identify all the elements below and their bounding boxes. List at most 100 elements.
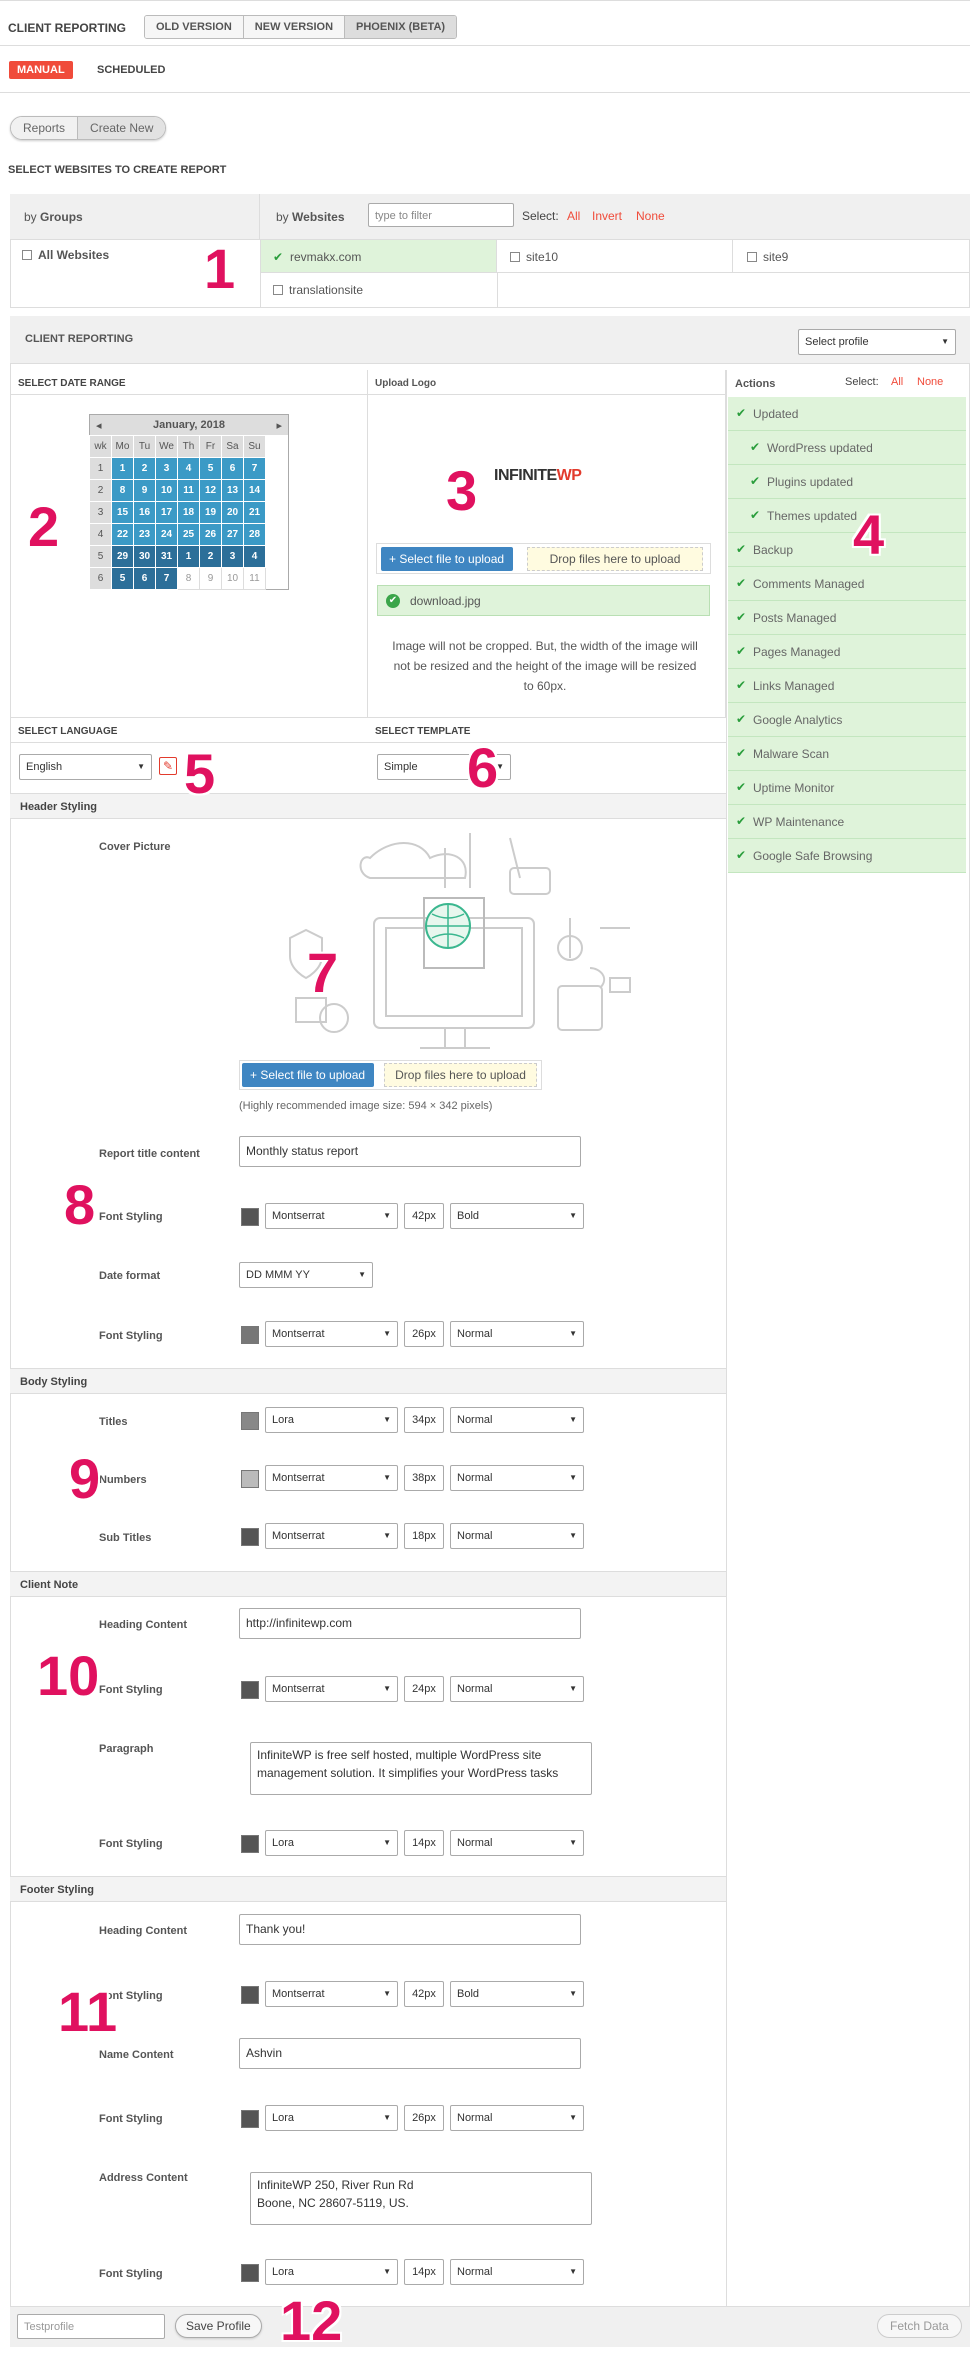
header-font-family-1[interactable]: Montserrat [265,1203,398,1229]
calendar-day[interactable]: 10 [155,479,178,502]
calendar-day[interactable]: 15 [111,501,134,524]
header-color-swatch-1[interactable] [241,1208,259,1226]
site-revmakx[interactable]: ✔ revmakx.com [273,250,361,264]
titles-color-swatch[interactable] [241,1412,259,1430]
note-font-weight-1[interactable]: Normal [450,1676,584,1702]
footer-name-input[interactable]: Ashvin [239,2038,581,2069]
calendar-day[interactable]: 31 [155,545,178,568]
cover-drop-zone[interactable]: Drop files here to upload [384,1063,537,1087]
footer-font-weight-3[interactable]: Normal [450,2259,584,2285]
footer-font-family-2[interactable]: Lora [265,2105,398,2131]
actions-none-link[interactable]: None [917,376,943,388]
header-font-weight-1[interactable]: Bold [450,1203,584,1229]
subtitles-font-family[interactable]: Montserrat [265,1523,398,1549]
note-font-family-2[interactable]: Lora [265,1830,398,1856]
calendar-day[interactable]: 5 [199,457,222,480]
numbers-font-size[interactable]: 38px [404,1465,444,1491]
calendar-day[interactable]: 18 [177,501,200,524]
calendar-day[interactable]: 9 [199,567,222,590]
calendar-day[interactable]: 3 [155,457,178,480]
calendar-day[interactable]: 16 [133,501,156,524]
logo-select-file-button[interactable]: + Select file to upload [381,547,513,571]
report-title-input[interactable]: Monthly status report [239,1136,581,1167]
calendar-day[interactable]: 21 [243,501,266,524]
action-item[interactable]: ✔ Themes updated [728,499,966,533]
calendar-day[interactable]: 10 [221,567,244,590]
footer-color-swatch-1[interactable] [241,1986,259,2004]
create-new-tab[interactable]: Create New [77,117,166,139]
header-color-swatch-2[interactable] [241,1326,259,1344]
action-item[interactable]: ✔ Plugins updated [728,465,966,499]
note-color-swatch-1[interactable] [241,1681,259,1699]
header-font-size-2[interactable]: 26px [404,1321,444,1347]
footer-heading-input[interactable]: Thank you! [239,1914,581,1945]
note-color-swatch-2[interactable] [241,1835,259,1853]
footer-color-swatch-3[interactable] [241,2264,259,2282]
subtitles-font-weight[interactable]: Normal [450,1523,584,1549]
header-font-weight-2[interactable]: Normal [450,1321,584,1347]
header-font-size-1[interactable]: 42px [404,1203,444,1229]
footer-font-weight-2[interactable]: Normal [450,2105,584,2131]
select-none-link[interactable]: None [636,209,665,223]
fetch-data-button[interactable]: Fetch Data [877,2314,962,2338]
filter-input[interactable]: type to filter [368,203,514,227]
action-item[interactable]: ✔ WP Maintenance [728,805,966,839]
actions-all-link[interactable]: All [891,376,903,388]
calendar-day[interactable]: 8 [111,479,134,502]
select-all-link[interactable]: All [567,209,580,223]
action-item[interactable]: ✔ Links Managed [728,669,966,703]
calendar-day[interactable]: 17 [155,501,178,524]
manual-tab[interactable]: MANUAL [9,61,73,79]
calendar-day[interactable]: 27 [221,523,244,546]
titles-font-size[interactable]: 34px [404,1407,444,1433]
subtitles-font-size[interactable]: 18px [404,1523,444,1549]
tab-old-version[interactable]: OLD VERSION [145,16,244,38]
note-heading-input[interactable]: http://infinitewp.com [239,1608,581,1639]
note-font-size-2[interactable]: 14px [404,1830,444,1856]
reports-tab[interactable]: Reports [11,117,78,139]
calendar-day[interactable]: 9 [133,479,156,502]
calendar-day[interactable]: 24 [155,523,178,546]
edit-icon[interactable]: ✎ [159,757,177,775]
calendar-day[interactable]: 14 [243,479,266,502]
action-item[interactable]: ✔ Pages Managed [728,635,966,669]
calendar-day[interactable]: 6 [133,567,156,590]
action-item[interactable]: ✔ Google Analytics [728,703,966,737]
calendar-day[interactable]: 19 [199,501,222,524]
subtitles-color-swatch[interactable] [241,1528,259,1546]
calendar-day[interactable]: 5 [111,567,134,590]
all-websites-checkbox[interactable]: All Websites [22,248,109,262]
footer-font-family-1[interactable]: Montserrat [265,1981,398,2007]
calendar-day[interactable]: 1 [111,457,134,480]
numbers-font-family[interactable]: Montserrat [265,1465,398,1491]
action-item[interactable]: ✔ WordPress updated [728,431,966,465]
footer-font-size-2[interactable]: 26px [404,2105,444,2131]
calendar-day[interactable]: 26 [199,523,222,546]
action-item[interactable]: ✔ Malware Scan [728,737,966,771]
calendar-day[interactable]: 11 [177,479,200,502]
site-site9[interactable]: site9 [747,250,788,264]
calendar-day[interactable]: 22 [111,523,134,546]
footer-font-weight-1[interactable]: Bold [450,1981,584,2007]
calendar-day[interactable]: 8 [177,567,200,590]
tab-phoenix[interactable]: PHOENIX (BETA) [345,16,457,38]
calendar-day[interactable]: 4 [243,545,266,568]
footer-color-swatch-2[interactable] [241,2110,259,2128]
note-paragraph-textarea[interactable]: InfiniteWP is free self hosted, multiple… [250,1742,592,1795]
calendar-day[interactable]: 30 [133,545,156,568]
calendar-day[interactable]: 20 [221,501,244,524]
tab-new-version[interactable]: NEW VERSION [243,16,346,38]
action-item[interactable]: ✔ Google Safe Browsing [728,839,966,873]
footer-address-textarea[interactable]: InfiniteWP 250, River Run Rd Boone, NC 28… [250,2172,592,2225]
footer-font-size-3[interactable]: 14px [404,2259,444,2285]
next-month-button[interactable]: ▸ [276,419,282,432]
calendar-day[interactable]: 7 [243,457,266,480]
calendar-day[interactable]: 12 [199,479,222,502]
select-invert-link[interactable]: Invert [592,209,622,223]
note-font-family-1[interactable]: Montserrat [265,1676,398,1702]
calendar-day[interactable]: 2 [199,545,222,568]
note-font-size-1[interactable]: 24px [404,1676,444,1702]
action-item[interactable]: ✔ Backup [728,533,966,567]
profile-name-input[interactable]: Testprofile [17,2314,165,2339]
profile-select[interactable]: Select profile [798,329,956,355]
